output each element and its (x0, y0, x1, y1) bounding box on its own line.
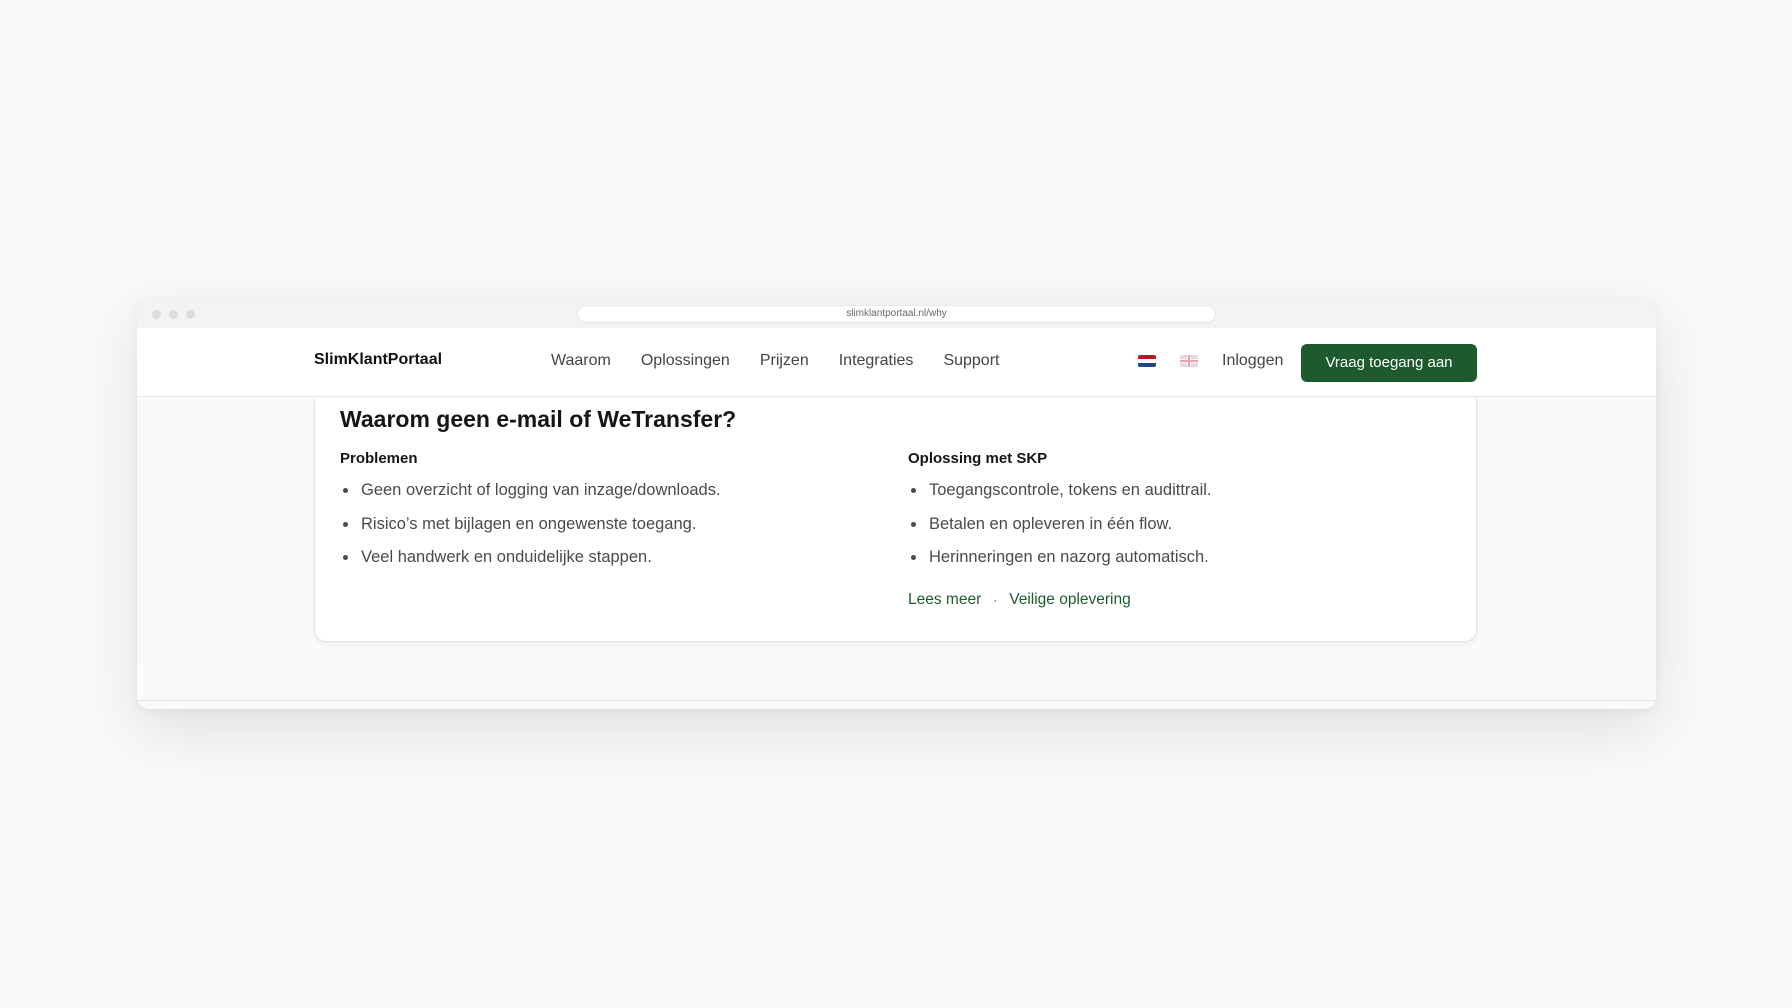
bullet-icon (911, 555, 916, 560)
footer-divider (137, 700, 1656, 701)
list-item: Betalen en opleveren in één flow. (908, 513, 1212, 547)
read-more-link[interactable]: Lees meer (908, 591, 981, 609)
nav-item-prijzen[interactable]: Prijzen (760, 352, 809, 370)
main-nav: Waarom Oplossingen Prijzen Integraties S… (551, 352, 1029, 370)
solution-column: Oplossing met SKP Toegangscontrole, toke… (908, 450, 1212, 580)
window-close-dot[interactable] (152, 310, 161, 319)
comparison-card: Waarom geen e-mail of WeTransfer? Proble… (314, 398, 1477, 642)
site-header: SlimKlantPortaal Waarom Oplossingen Prij… (137, 328, 1656, 397)
list-item: Herinneringen en nazorg automatisch. (908, 546, 1212, 580)
bullet-icon (343, 488, 348, 493)
link-separator: · (993, 593, 998, 607)
bullet-icon (911, 488, 916, 493)
list-item: Veel handwerk en onduidelijke stappen. (340, 546, 721, 580)
list-item-text: Toegangscontrole, tokens en audittrail. (929, 481, 1212, 499)
section-title: Waarom geen e-mail of WeTransfer? (340, 406, 737, 432)
problems-column: Problemen Geen overzicht of logging van … (340, 450, 721, 580)
solution-heading: Oplossing met SKP (908, 450, 1048, 467)
list-item-text: Veel handwerk en onduidelijke stappen. (361, 548, 652, 566)
bullet-icon (343, 555, 348, 560)
list-item-text: Geen overzicht of logging van inzage/dow… (361, 481, 721, 499)
list-item-text: Herinneringen en nazorg automatisch. (929, 548, 1209, 566)
address-bar[interactable]: slimklantportaal.nl/why (577, 305, 1216, 323)
list-item: Risico’s met bijlagen en ongewenste toeg… (340, 513, 721, 547)
list-item-text: Betalen en opleveren in één flow. (929, 514, 1173, 533)
browser-window: slimklantportaal.nl/why SlimKlantPortaal… (137, 300, 1656, 709)
list-item-text: Risico’s met bijlagen en ongewenste toeg… (361, 514, 697, 533)
nav-item-waarom[interactable]: Waarom (551, 352, 611, 370)
problems-list: Geen overzicht of logging van inzage/dow… (340, 479, 721, 580)
window-maximize-dot[interactable] (186, 310, 195, 319)
bullet-icon (911, 521, 916, 527)
brand-logo[interactable]: SlimKlantPortaal (314, 351, 442, 369)
request-access-button[interactable]: Vraag toegang aan (1301, 344, 1477, 382)
list-item: Geen overzicht of logging van inzage/dow… (340, 479, 721, 513)
secure-delivery-link[interactable]: Veilige oplevering (1009, 591, 1131, 609)
nav-item-oplossingen[interactable]: Oplossingen (641, 352, 730, 370)
nl-flag-icon[interactable] (1138, 355, 1156, 367)
bullet-icon (343, 521, 348, 527)
login-link[interactable]: Inloggen (1222, 352, 1283, 370)
list-item: Toegangscontrole, tokens en audittrail. (908, 479, 1212, 513)
browser-chrome: slimklantportaal.nl/why (137, 300, 1656, 328)
card-links: Lees meer · Veilige oplevering (908, 591, 1131, 609)
problems-heading: Problemen (340, 450, 418, 467)
solution-list: Toegangscontrole, tokens en audittrail. … (908, 479, 1212, 580)
nav-item-integraties[interactable]: Integraties (839, 352, 914, 370)
gb-flag-icon[interactable] (1180, 355, 1198, 367)
window-minimize-dot[interactable] (169, 310, 178, 319)
nav-item-support[interactable]: Support (943, 352, 999, 370)
